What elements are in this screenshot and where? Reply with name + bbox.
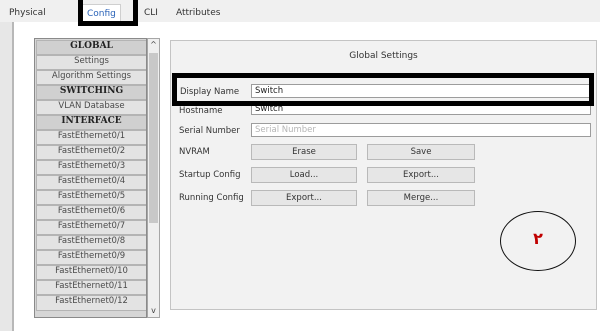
- panel-title: Global Settings: [349, 51, 418, 61]
- sidebar-item-vlan-database[interactable]: VLAN Database: [36, 100, 146, 115]
- startup-config-label: Startup Config: [179, 170, 241, 180]
- merge-button[interactable]: Merge...: [367, 190, 475, 206]
- tab-cli[interactable]: CLI: [140, 4, 162, 22]
- sidebar-item-fastethernet[interactable]: FastEthernet0/4: [36, 175, 146, 190]
- scroll-thumb[interactable]: [149, 53, 158, 223]
- annotation-number: ٢: [533, 229, 543, 248]
- running-export-button[interactable]: Export...: [251, 190, 357, 206]
- sidebar-item-fastethernet[interactable]: FastEthernet0/12: [36, 295, 146, 311]
- sidebar-item-fastethernet[interactable]: FastEthernet0/3: [36, 160, 146, 175]
- tab-highlight-box: [78, 0, 138, 26]
- sidebar-item-fastethernet[interactable]: FastEthernet0/5: [36, 190, 146, 205]
- sidebar-item-algorithm-settings[interactable]: Algorithm Settings: [36, 70, 146, 85]
- scroll-up-icon[interactable]: ^: [148, 39, 159, 51]
- serial-number-field[interactable]: Serial Number: [251, 123, 591, 137]
- display-name-highlight-box: [172, 73, 594, 106]
- nvram-label: NVRAM: [179, 147, 210, 157]
- sidebar-header-interface: INTERFACE: [36, 115, 146, 130]
- config-sidebar: GLOBAL Settings Algorithm Settings SWITC…: [34, 38, 147, 318]
- sidebar-item-fastethernet[interactable]: FastEthernet0/10: [36, 265, 146, 280]
- load-button[interactable]: Load...: [251, 167, 357, 183]
- sidebar-header-global: GLOBAL: [36, 40, 146, 55]
- scroll-down-icon[interactable]: v: [148, 305, 159, 317]
- window-divider: [12, 22, 14, 331]
- sidebar-item-fastethernet[interactable]: FastEthernet0/7: [36, 220, 146, 235]
- startup-export-button[interactable]: Export...: [367, 167, 475, 183]
- save-button[interactable]: Save: [367, 144, 475, 160]
- hostname-label: Hostname: [179, 106, 223, 116]
- sidebar-header-switching: SWITCHING: [36, 85, 146, 100]
- running-config-label: Running Config: [179, 193, 244, 203]
- erase-button[interactable]: Erase: [251, 144, 357, 160]
- serial-number-label: Serial Number: [179, 126, 240, 136]
- tab-physical[interactable]: Physical: [5, 4, 50, 22]
- sidebar-item-fastethernet[interactable]: FastEthernet0/1: [36, 130, 146, 145]
- sidebar-item-fastethernet[interactable]: FastEthernet0/11: [36, 280, 146, 295]
- sidebar-item-settings[interactable]: Settings: [36, 55, 146, 70]
- sidebar-scrollbar[interactable]: ^ v: [147, 38, 160, 318]
- sidebar-item-fastethernet[interactable]: FastEthernet0/8: [36, 235, 146, 250]
- tab-attributes[interactable]: Attributes: [172, 4, 224, 22]
- sidebar-item-fastethernet[interactable]: FastEthernet0/6: [36, 205, 146, 220]
- sidebar-item-fastethernet[interactable]: FastEthernet0/9: [36, 250, 146, 265]
- sidebar-item-fastethernet[interactable]: FastEthernet0/2: [36, 145, 146, 160]
